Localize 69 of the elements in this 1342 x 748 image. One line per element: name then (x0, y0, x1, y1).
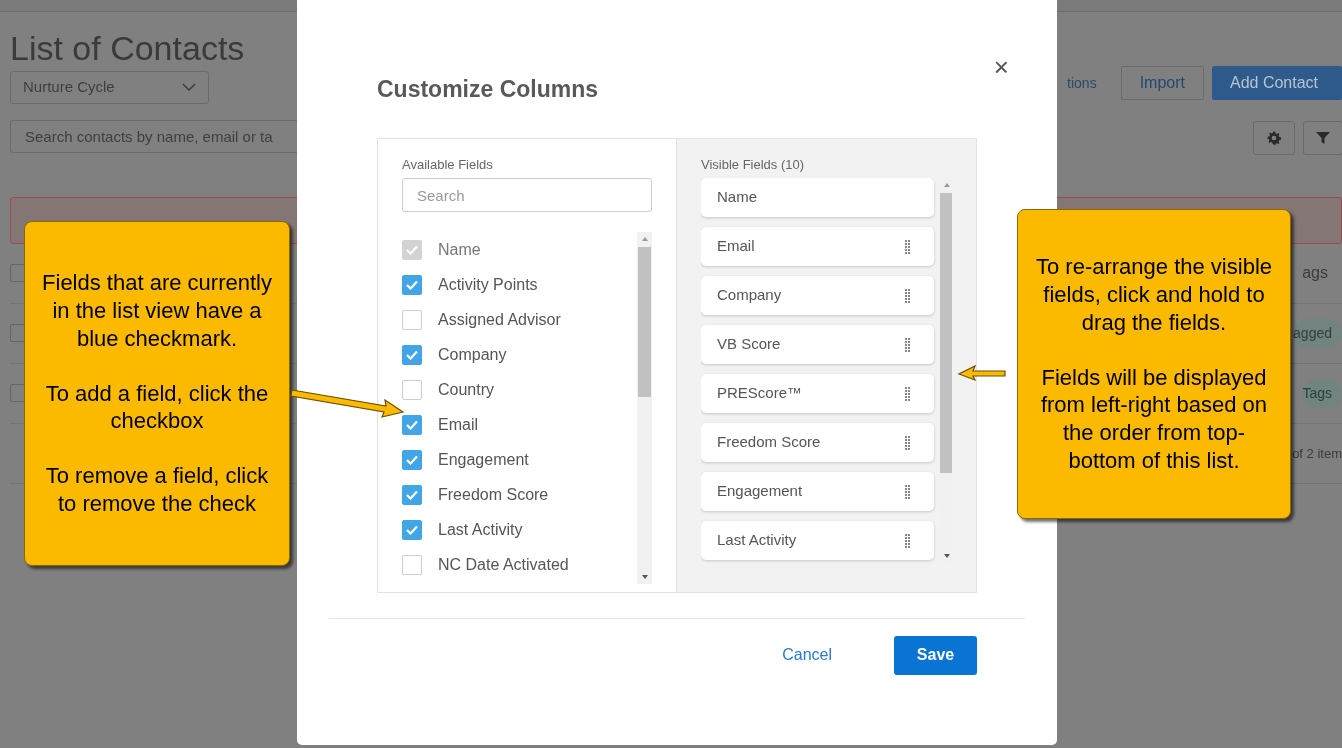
search-field[interactable]: Search contacts by name, email or ta (10, 119, 297, 153)
field-chip[interactable]: Company (701, 276, 934, 316)
settings-button[interactable] (1253, 120, 1295, 155)
callout-text: To re-arrange the visible fields, click and hold to drag the fields. (1036, 252, 1272, 337)
field-label: Company (438, 344, 507, 365)
checkbox[interactable] (402, 484, 422, 505)
scrollbar[interactable] (637, 232, 652, 585)
field-chip[interactable]: Last Activity (701, 521, 934, 561)
callout-text: To remove a field, click to remove the check (44, 462, 270, 519)
checkbox[interactable] (402, 274, 422, 295)
drag-handle-icon[interactable] (905, 435, 910, 450)
checkbox[interactable] (402, 554, 422, 575)
column-header: ags (1302, 263, 1328, 284)
field-chip[interactable]: Engagement (701, 472, 934, 512)
drag-handle-icon[interactable] (905, 386, 910, 401)
settings-icon (1266, 129, 1282, 146)
scroll-down-arrow-icon[interactable] (642, 575, 648, 580)
tag-pill: Tags (1302, 378, 1342, 408)
field-chip[interactable]: Freedom Score (701, 423, 934, 463)
drag-handle-icon[interactable] (905, 337, 910, 352)
callout-text: To add a field, click the checkbox (44, 379, 270, 436)
scroll-down-arrow-icon[interactable] (944, 554, 950, 559)
tag-pill: agged (1293, 318, 1342, 348)
field-label: Last Activity (438, 519, 523, 540)
scroll-up-arrow-icon[interactable] (944, 183, 950, 188)
field-chip[interactable]: Name (701, 178, 934, 218)
chevron-down-icon (182, 83, 196, 92)
drag-handle-icon[interactable] (905, 288, 910, 303)
field-label: Email (438, 414, 478, 435)
checkbox[interactable] (402, 519, 422, 540)
field-chip[interactable]: Email (701, 227, 934, 267)
callout-text: Fields will be displayed from left-right based on the order from top-bottom of this list. (1039, 363, 1269, 476)
checkbox[interactable] (402, 449, 422, 470)
add-contact-button[interactable]: Add Contact (1212, 66, 1342, 100)
dialog-title: Customize Columns (377, 76, 599, 104)
cancel-button[interactable]: Cancel (776, 642, 838, 669)
field-label: Assigned Advisor (438, 309, 561, 330)
filter-icon (1315, 129, 1331, 146)
field-chip[interactable]: VB Score (701, 325, 934, 365)
field-chip[interactable]: PREScore™ (701, 374, 934, 414)
checkbox[interactable] (402, 379, 422, 400)
field-label: NC Date Activated (438, 554, 569, 575)
checkbox[interactable] (402, 414, 422, 435)
checkmark-icon (406, 349, 418, 360)
drag-handle-icon[interactable] (905, 239, 910, 254)
filter-button[interactable] (1303, 120, 1342, 155)
panel-label: Available Fields (402, 155, 494, 174)
checkbox[interactable] (402, 309, 422, 330)
field-label: Activity Points (438, 274, 538, 295)
close-button[interactable]: × (989, 54, 1013, 80)
checkmark-icon (406, 419, 418, 430)
field-label: Engagement (438, 449, 529, 470)
field-label: Name (438, 239, 481, 260)
drag-handle-icon[interactable] (905, 533, 910, 548)
checkmark-icon (406, 524, 418, 535)
checkmark-icon (406, 279, 418, 290)
field-label: Country (438, 379, 495, 400)
panel-label: Visible Fields (10) (701, 155, 806, 174)
checkbox[interactable] (402, 344, 422, 365)
checkmark-icon (406, 244, 418, 255)
arrow (957, 364, 1007, 382)
scroll-up-arrow-icon[interactable] (642, 237, 648, 242)
checkmark-icon (406, 489, 418, 500)
callout-text: Fields that are currently in the list view have a blue checkmark. (42, 268, 272, 353)
checkmark-icon (406, 454, 418, 465)
page-title: List of Contacts (10, 28, 246, 69)
save-button[interactable]: Save (894, 635, 977, 675)
field-label: Freedom Score (438, 484, 549, 505)
drag-handle-icon[interactable] (905, 484, 910, 499)
